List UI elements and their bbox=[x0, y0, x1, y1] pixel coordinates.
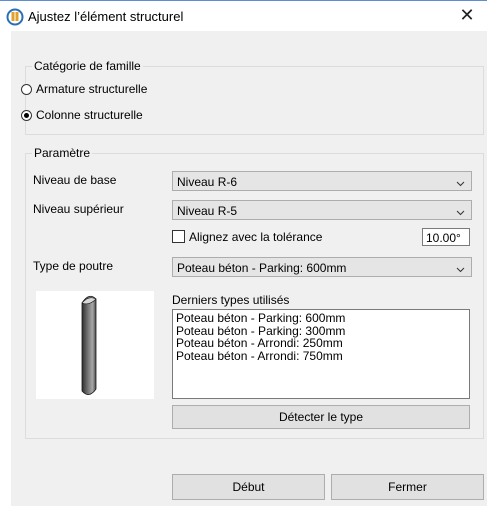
close-button[interactable]: Fermer bbox=[331, 474, 484, 500]
column-3d-icon bbox=[81, 295, 97, 395]
close-icon: ✕ bbox=[459, 5, 475, 25]
top-level-label: Niveau supérieur bbox=[33, 202, 124, 216]
chevron-down-icon bbox=[456, 263, 465, 273]
list-item[interactable]: Poteau béton - Parking: 600mm bbox=[176, 312, 466, 325]
top-level-value: Niveau R-5 bbox=[177, 204, 238, 218]
radio-structural-framing-circle[interactable] bbox=[21, 83, 32, 95]
beam-type-value: Poteau béton - Parking: 600mm bbox=[177, 261, 347, 275]
tolerance-input[interactable]: 10.00° bbox=[422, 228, 470, 246]
parameters-legend: Paramètre bbox=[32, 146, 93, 160]
base-level-label: Niveau de base bbox=[33, 173, 117, 187]
base-level-value: Niveau R-6 bbox=[177, 175, 238, 189]
window-title: Ajustez l’élément structurel bbox=[28, 9, 184, 24]
align-tolerance-checkbox[interactable] bbox=[172, 230, 185, 243]
family-category-group: Catégorie de famille bbox=[25, 59, 484, 135]
recent-types-list[interactable]: Poteau béton - Parking: 600mm Poteau bét… bbox=[172, 309, 470, 399]
radio-structural-framing[interactable]: Armature structurelle bbox=[21, 80, 147, 98]
chevron-down-icon bbox=[456, 177, 465, 187]
align-tolerance-label: Alignez avec la tolérance bbox=[189, 230, 323, 244]
beam-type-label: Type de poutre bbox=[33, 259, 114, 273]
radio-structural-column-label: Colonne structurelle bbox=[36, 108, 143, 122]
list-item[interactable]: Poteau béton - Arrondi: 250mm bbox=[176, 337, 466, 350]
list-item[interactable]: Poteau béton - Arrondi: 750mm bbox=[176, 349, 466, 363]
start-button[interactable]: Début bbox=[172, 474, 325, 500]
beam-type-select[interactable]: Poteau béton - Parking: 600mm bbox=[172, 257, 472, 277]
detect-type-button[interactable]: Détecter le type bbox=[172, 405, 470, 429]
radio-structural-column[interactable]: Colonne structurelle bbox=[21, 106, 143, 124]
close-window-button[interactable]: ✕ bbox=[447, 1, 487, 30]
column-preview bbox=[36, 291, 154, 399]
base-level-select[interactable]: Niveau R-6 bbox=[172, 171, 472, 191]
chevron-down-icon bbox=[456, 206, 465, 216]
recent-types-label: Derniers types utilisés bbox=[172, 293, 290, 307]
title-bar[interactable]: Ajustez l’élément structurel ✕ bbox=[0, 1, 487, 30]
family-category-legend: Catégorie de famille bbox=[32, 59, 143, 73]
app-logo-icon bbox=[6, 8, 24, 26]
radio-structural-column-circle[interactable] bbox=[21, 109, 32, 121]
top-level-select[interactable]: Niveau R-5 bbox=[172, 200, 472, 220]
radio-structural-framing-label: Armature structurelle bbox=[36, 82, 148, 96]
